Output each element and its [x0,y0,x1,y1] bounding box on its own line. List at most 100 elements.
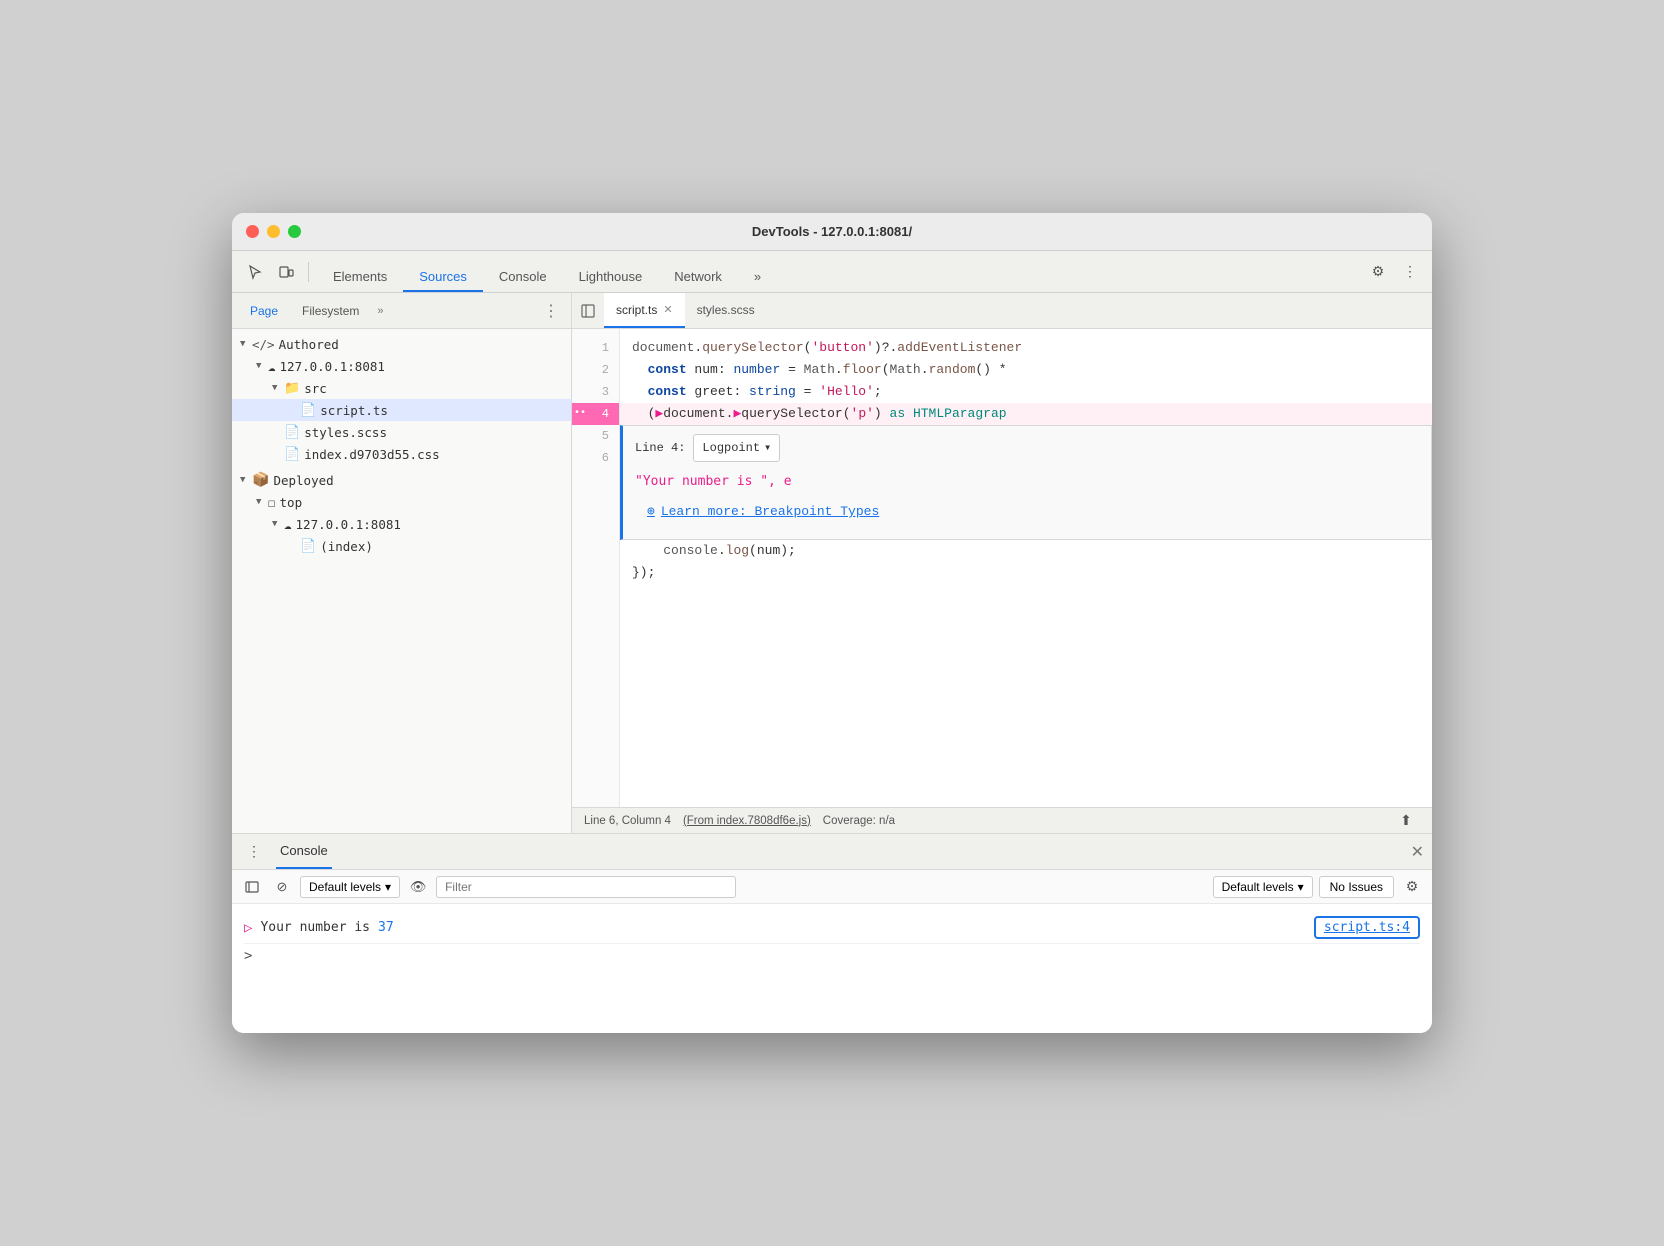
authored-label: Authored [279,337,339,352]
line-numbers: 1 2 3 4 5 6 [572,329,620,807]
console-filter-input[interactable] [436,876,736,898]
arrow-icon: ▼ [272,519,284,529]
cursor-icon[interactable] [240,258,268,286]
tab-network[interactable]: Network [658,263,738,292]
device-icon[interactable] [272,258,300,286]
console-body: ▷ Your number is 37 script.ts:4 > [232,904,1432,1033]
close-button[interactable] [246,225,259,238]
file-tree: ▼ </> Authored ▼ ☁ 127.0.0.1:8081 ▼ 📁 sr… [232,329,571,833]
toolbar-separator [308,262,309,282]
code-line-2: const num: number = Math.floor(Math.rand… [620,359,1432,381]
css-file-icon: 📄 [284,447,300,462]
more-options-icon[interactable]: ⋮ [1396,258,1424,286]
sidebar-menu-icon[interactable]: ⋮ [539,301,563,321]
folder-icon: 📁 [284,381,300,396]
logpoint-output-icon: ▷ [244,920,252,936]
tab-sources[interactable]: Sources [403,263,483,292]
main-content: Page Filesystem » ⋮ ▼ </> Authored ▼ ☁ 1… [232,293,1432,833]
tab-more[interactable]: » [738,263,777,292]
eye-icon[interactable]: 👁 [406,875,430,899]
line-num-3: 3 [572,381,619,403]
learn-more-link[interactable]: ⊕ Learn more: Breakpoint Types [635,493,1419,531]
cloud-icon: ☁ [268,359,276,374]
sidebar-tab-bar: Page Filesystem » ⋮ [232,293,571,329]
sidebar-tab-page[interactable]: Page [240,300,288,322]
minimize-button[interactable] [267,225,280,238]
tree-deployed[interactable]: ▼ 📦 Deployed [232,469,571,491]
tree-src-folder[interactable]: ▼ 📁 src [232,377,571,399]
code-content: document.querySelector('button')?.addEve… [620,329,1432,807]
main-toolbar: Elements Sources Console Lighthouse Netw… [232,251,1432,293]
server-authored-label: 127.0.0.1:8081 [280,359,385,374]
source-info: (From index.7808df6e.js) [683,815,811,827]
window-title: DevTools - 127.0.0.1:8081/ [752,224,912,239]
ban-icon[interactable]: ⊘ [270,875,294,899]
arrow-icon: ▼ [240,339,252,349]
tab-console[interactable]: Console [483,263,563,292]
tab-elements[interactable]: Elements [317,263,403,292]
script-ts-label: script.ts [320,403,388,418]
console-context-dropdown[interactable]: Default levels ▾ [300,876,400,898]
logpoint-line-label: Line 4: [635,437,685,459]
tree-authored[interactable]: ▼ </> Authored [232,333,571,355]
chevron-down-icon-3: ▾ [1298,880,1304,894]
console-source-link[interactable]: script.ts:4 [1314,916,1420,939]
box-icon: ☐ [268,495,276,510]
no-issues-button[interactable]: No Issues [1319,876,1394,898]
status-bar: Line 6, Column 4 (From index.7808df6e.js… [572,807,1432,833]
panel-toggle-icon[interactable] [576,299,600,323]
code-area: 1 2 3 4 5 6 document.querySelector('butt… [572,329,1432,807]
tree-top[interactable]: ▼ ☐ top [232,491,571,513]
console-toolbar: ⊘ Default levels ▾ 👁 Default levels ▾ No… [232,870,1432,904]
tree-script-ts[interactable]: ▶ 📄 script.ts [232,399,571,421]
titlebar: DevTools - 127.0.0.1:8081/ [232,213,1432,251]
settings-icon[interactable]: ⚙ [1364,258,1392,286]
chevron-down-icon-2: ▾ [385,880,391,894]
styles-scss-label: styles.scss [304,425,387,440]
editor-tab-styles-scss-label: styles.scss [697,303,755,317]
server-deployed-label: 127.0.0.1:8081 [296,517,401,532]
format-icon[interactable]: ⬆ [1392,807,1420,834]
tree-styles-scss[interactable]: ▶ 📄 styles.scss [232,421,571,443]
console-log-number: 37 [378,920,394,935]
console-close-icon[interactable]: ✕ [1411,842,1424,862]
tree-server-deployed[interactable]: ▼ ☁ 127.0.0.1:8081 [232,513,571,535]
editor-tab-close-icon[interactable]: ✕ [663,303,672,316]
circle-arrow-icon: ⊕ [647,501,655,523]
maximize-button[interactable] [288,225,301,238]
tab-lighthouse[interactable]: Lighthouse [563,263,659,292]
arrow-icon: ▼ [272,383,284,393]
editor-tab-styles-scss[interactable]: styles.scss [685,293,767,328]
logpoint-type-dropdown[interactable]: Logpoint ▾ [693,434,780,462]
prompt-symbol: > [244,948,252,964]
src-label: src [304,381,327,396]
editor-pane: script.ts ✕ styles.scss 1 2 3 4 [572,293,1432,833]
top-label: top [280,495,303,510]
cloud-icon-2: ☁ [284,517,292,532]
index-label: (index) [320,539,373,554]
ts-file-icon: 📄 [300,403,316,418]
logpoint-input[interactable] [635,470,804,493]
line-num-4-breakpoint[interactable]: 4 [572,403,619,425]
sidebar-tab-filesystem[interactable]: Filesystem [292,300,369,322]
file-icon: 📄 [300,539,316,554]
cursor-position: Line 6, Column 4 [584,815,671,827]
logpoint-header: Line 4: Logpoint ▾ [635,434,1419,462]
editor-tab-bar: script.ts ✕ styles.scss [572,293,1432,329]
logpoint-type-label: Logpoint [702,437,760,459]
tree-server-authored[interactable]: ▼ ☁ 127.0.0.1:8081 [232,355,571,377]
console-title: Console [276,834,332,869]
tree-index[interactable]: ▶ 📄 (index) [232,535,571,557]
console-menu-icon[interactable]: ⋮ [240,838,268,866]
clear-console-icon[interactable] [240,875,264,899]
sidebar: Page Filesystem » ⋮ ▼ </> Authored ▼ ☁ 1… [232,293,572,833]
sidebar-tab-more[interactable]: » [373,303,387,319]
editor-tab-script-ts[interactable]: script.ts ✕ [604,293,685,328]
toolbar-right: ⚙ ⋮ [1364,258,1424,286]
default-levels-label: Default levels [1222,880,1294,894]
tree-index-css[interactable]: ▶ 📄 index.d9703d55.css [232,443,571,465]
index-css-label: index.d9703d55.css [304,447,439,462]
console-gear-icon[interactable]: ⚙ [1400,875,1424,899]
window-controls [246,225,301,238]
default-levels-dropdown[interactable]: Default levels ▾ [1213,876,1313,898]
